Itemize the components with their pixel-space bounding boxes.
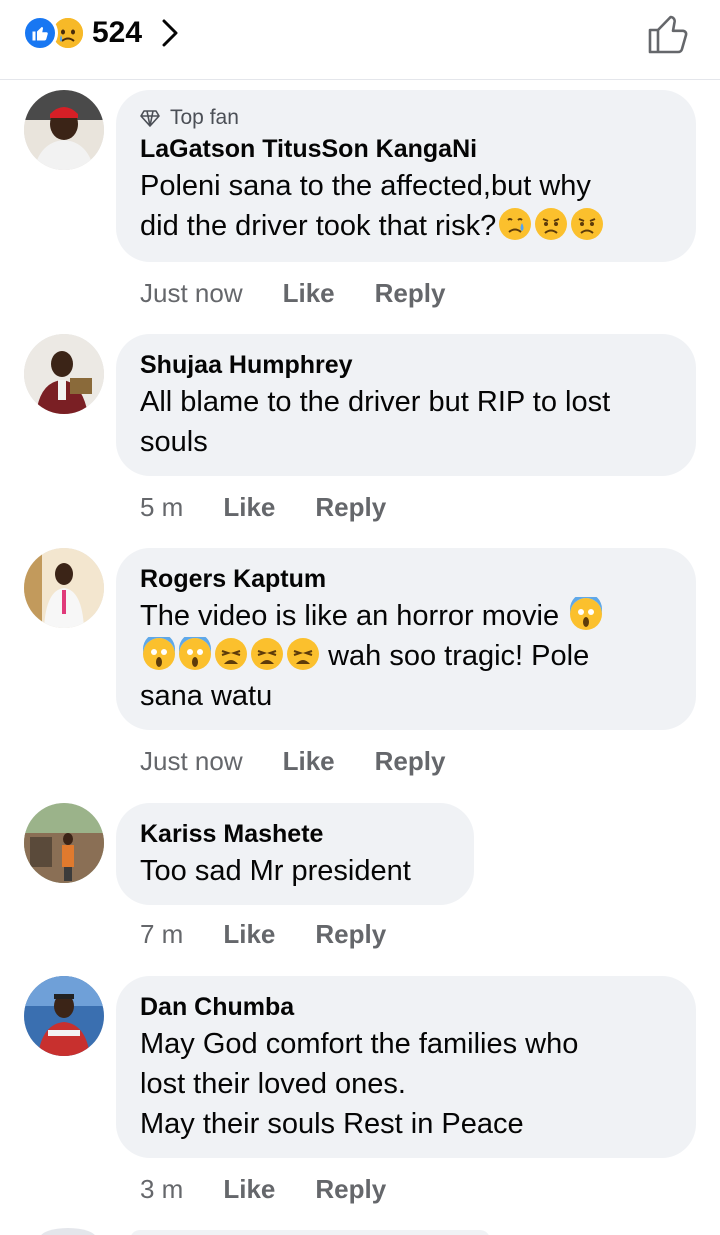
comment-text-line: The video is like an horror movie: [140, 600, 560, 632]
comment-time: Just now: [140, 746, 243, 776]
comment-bubble: Shujaa Humphrey All blame to the driver …: [116, 334, 696, 476]
comment-bubble: Dan Chumba May God comfort the families …: [116, 976, 696, 1158]
sad-emoji-icon: [571, 208, 604, 240]
scream-emoji-icon: [143, 637, 175, 670]
comment-actions: Just now Like Reply: [140, 278, 485, 309]
comment-actions: 5 m Like Reply: [140, 492, 426, 523]
like-button[interactable]: Like: [223, 919, 275, 950]
like-outline-icon[interactable]: [646, 12, 690, 56]
comment-text: Poleni sana to the affected,but why did …: [140, 166, 672, 246]
next-comment-bubble-partial: [130, 1230, 490, 1235]
avatar[interactable]: [24, 334, 104, 414]
chevron-right-icon: [162, 18, 184, 48]
comment-actions: 3 m Like Reply: [140, 1174, 426, 1205]
comment-author[interactable]: Shujaa Humphrey: [140, 348, 672, 382]
reply-button[interactable]: Reply: [375, 278, 446, 309]
comment-text: All blame to the driver but RIP to lost …: [140, 386, 611, 458]
comment-author[interactable]: Dan Chumba: [140, 990, 672, 1024]
like-button[interactable]: Like: [283, 278, 335, 309]
reply-button[interactable]: Reply: [315, 492, 386, 523]
reply-button[interactable]: Reply: [315, 919, 386, 950]
reactions-summary[interactable]: 524: [22, 15, 184, 51]
comment-text: May God comfort the families who lost th…: [140, 1028, 579, 1140]
like-button[interactable]: Like: [223, 492, 275, 523]
diamond-icon: [140, 110, 160, 127]
comment-actions: 7 m Like Reply: [140, 919, 426, 950]
comment-actions: Just now Like Reply: [140, 746, 485, 777]
sad-emoji-icon: [535, 208, 568, 240]
comment-time: 5 m: [140, 492, 184, 522]
comment-time: 3 m: [140, 1174, 184, 1204]
like-button[interactable]: Like: [283, 746, 335, 777]
scream-emoji-icon: [570, 597, 603, 630]
avatar[interactable]: [24, 803, 104, 883]
reply-button[interactable]: Reply: [375, 746, 446, 777]
avatar[interactable]: [24, 548, 104, 628]
reaction-count: 524: [92, 16, 143, 49]
scream-emoji-icon: [179, 637, 211, 670]
like-button[interactable]: Like: [223, 1174, 275, 1205]
comment-text: The video is like an horror movie wah so…: [140, 596, 672, 716]
like-reaction-icon: [22, 15, 58, 51]
comment-bubble: Rogers Kaptum The video is like an horro…: [116, 548, 696, 730]
reactions-header: 524: [0, 0, 720, 80]
comment-bubble: Kariss Mashete Too sad Mr president: [116, 803, 474, 905]
top-fan-badge: Top fan: [140, 104, 672, 132]
comment-text-line: wah soo tragic! Pole: [328, 640, 590, 672]
top-fan-label: Top fan: [170, 106, 239, 129]
weary-emoji-icon: [215, 638, 247, 670]
comment-time: Just now: [140, 278, 243, 308]
avatar[interactable]: [24, 90, 104, 170]
comment-author[interactable]: Kariss Mashete: [140, 817, 450, 851]
reply-button[interactable]: Reply: [315, 1174, 386, 1205]
comment-bubble: Top fan LaGatson TitusSon KangaNi Poleni…: [116, 90, 696, 262]
avatar[interactable]: [24, 976, 104, 1056]
comment-text: Too sad Mr president: [140, 855, 411, 887]
comment-author[interactable]: Rogers Kaptum: [140, 562, 672, 596]
weary-emoji-icon: [287, 638, 319, 670]
weary-emoji-icon: [251, 638, 283, 670]
comment-time: 7 m: [140, 919, 184, 949]
next-comment-avatar-partial: [40, 1228, 96, 1235]
sad-tear-emoji-icon: [499, 208, 532, 240]
comment-text-line: sana watu: [140, 680, 273, 712]
comment-author[interactable]: LaGatson TitusSon KangaNi: [140, 132, 672, 166]
